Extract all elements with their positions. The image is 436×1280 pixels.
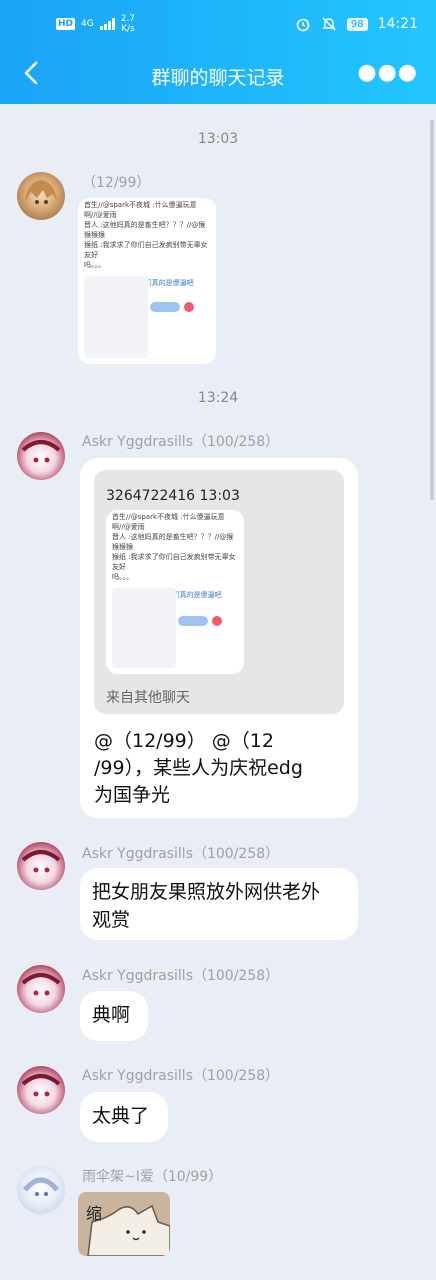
message-bubble[interactable]: 典啊 <box>80 991 148 1041</box>
image-inner-screenshot <box>84 276 148 358</box>
avatar-anime-icon <box>21 440 61 463</box>
avatar[interactable] <box>17 172 65 220</box>
quoted-image[interactable]: 首生//@spark不夜城 :什么傻逼玩意啊//@爱雨 晋人 :这他妈真的是畜生… <box>106 510 244 674</box>
net-speed-value: 2.7 <box>120 14 136 24</box>
net-speed-unit: K/s <box>121 24 135 34</box>
sticker-text: 缩 <box>86 1204 103 1223</box>
header: HD 4G 2.7 K/s 98 14:21 群聊的聊天记录 ●●● <box>0 0 436 104</box>
sender-name: Askr Yggdrasills（100/258） <box>82 434 280 450</box>
battery-level: 98 <box>346 17 368 31</box>
status-right: 98 14:21 <box>295 16 418 32</box>
sender-name: Askr Yggdrasills（100/258） <box>82 968 280 984</box>
image-text-line: 晋人 :这他妈真的是畜生吧？？？//@猴猴猴猴 <box>112 533 234 551</box>
hd-icon: HD <box>56 18 76 30</box>
avatar-anime-icon <box>23 1177 59 1196</box>
avatar[interactable] <box>17 1066 65 1114</box>
quoted-source-label: 来自其他聊天 <box>106 690 190 706</box>
message-bubble[interactable]: 太典了 <box>80 1092 168 1142</box>
message-text-line: @（12/99） @（12 <box>94 730 274 752</box>
image-inner-screenshot-right <box>150 302 180 312</box>
clock: 14:21 <box>377 16 418 32</box>
status-bar: HD 4G 2.7 K/s 98 14:21 <box>0 0 436 46</box>
message-text-line: 把女朋友果照放外网供老外 <box>92 881 321 903</box>
sender-name: 雨伞架~I爱（10/99） <box>82 1169 223 1185</box>
message-text-line: 观赏 <box>92 909 131 931</box>
avatar[interactable] <box>17 432 65 480</box>
image-text-line: 吗。。。 <box>112 573 133 581</box>
message-text-line: 为国争光 <box>94 784 171 806</box>
image-text-line: 猴纸 :我求求了你们自己发疯别带无辜女友好 <box>84 241 208 259</box>
quoted-message-id: 3264722416 13:03 <box>106 488 240 504</box>
image-text-line: 首生//@spark不夜城 :什么傻逼玩意啊//@爱雨 <box>112 513 225 531</box>
time-separator: 13:03 <box>197 131 239 147</box>
message-text: 典啊 <box>92 1004 131 1026</box>
image-text-line: 吗。。。 <box>84 261 105 269</box>
avatar[interactable] <box>17 965 65 1013</box>
avatar-anime-icon <box>21 850 61 873</box>
message-text-line: /99），某些人为庆祝edg <box>94 757 303 779</box>
alarm-icon <box>296 18 310 32</box>
signal-icon <box>99 18 115 30</box>
message-bubble[interactable]: 把女朋友果照放外网供老外 观赏 <box>80 868 358 940</box>
more-options-icon[interactable]: ●●● <box>357 60 418 85</box>
sender-name: Askr Yggdrasills（100/258） <box>82 846 280 862</box>
message-text: @（12/99） @（12 /99），某些人为庆祝edg 为国争光 <box>94 728 303 809</box>
avatar-anime-icon <box>25 180 57 204</box>
nav-bar: 群聊的聊天记录 ●●● <box>0 46 436 104</box>
image-text-line: 猴纸 :我求求了你们自己发疯别带无辜女友好 <box>112 553 236 571</box>
image-inner-screenshot-right <box>178 616 208 626</box>
message-bubble[interactable]: 3264722416 13:03 首生//@spark不夜城 :什么傻逼玩意啊/… <box>80 458 358 818</box>
network-label: 4G <box>81 18 94 29</box>
image-inner-dot <box>212 616 222 626</box>
sticker-image[interactable]: 缩 <box>78 1192 170 1256</box>
image-inner-screenshot <box>112 588 176 668</box>
sender-name: Askr Yggdrasills（100/258） <box>82 1068 280 1084</box>
time-separator: 13:24 <box>197 390 239 406</box>
scrollbar[interactable] <box>430 120 434 500</box>
sender-name: （12/99） <box>82 175 151 191</box>
image-text-line: 首生//@spark不夜城 :什么傻逼玩意啊//@爱雨 <box>84 201 197 219</box>
avatar-anime-icon <box>21 973 61 996</box>
quoted-message[interactable]: 3264722416 13:03 首生//@spark不夜城 :什么傻逼玩意啊/… <box>94 470 344 714</box>
message-text: 太典了 <box>92 1105 150 1127</box>
avatar[interactable] <box>17 1166 65 1214</box>
net-speed: 2.7 K/s <box>121 14 135 34</box>
image-text-line: 晋人 :这他妈真的是畜生吧？？？//@猴猴猴猴 <box>84 221 206 239</box>
image-inner-dot <box>184 302 194 312</box>
mute-icon <box>322 17 336 31</box>
avatar[interactable] <box>17 842 65 890</box>
image-message[interactable]: 首生//@spark不夜城 :什么傻逼玩意啊//@爱雨 晋人 :这他妈真的是畜生… <box>78 198 216 364</box>
status-left: HD 4G 2.7 K/s <box>56 14 135 34</box>
avatar-anime-icon <box>21 1074 61 1097</box>
